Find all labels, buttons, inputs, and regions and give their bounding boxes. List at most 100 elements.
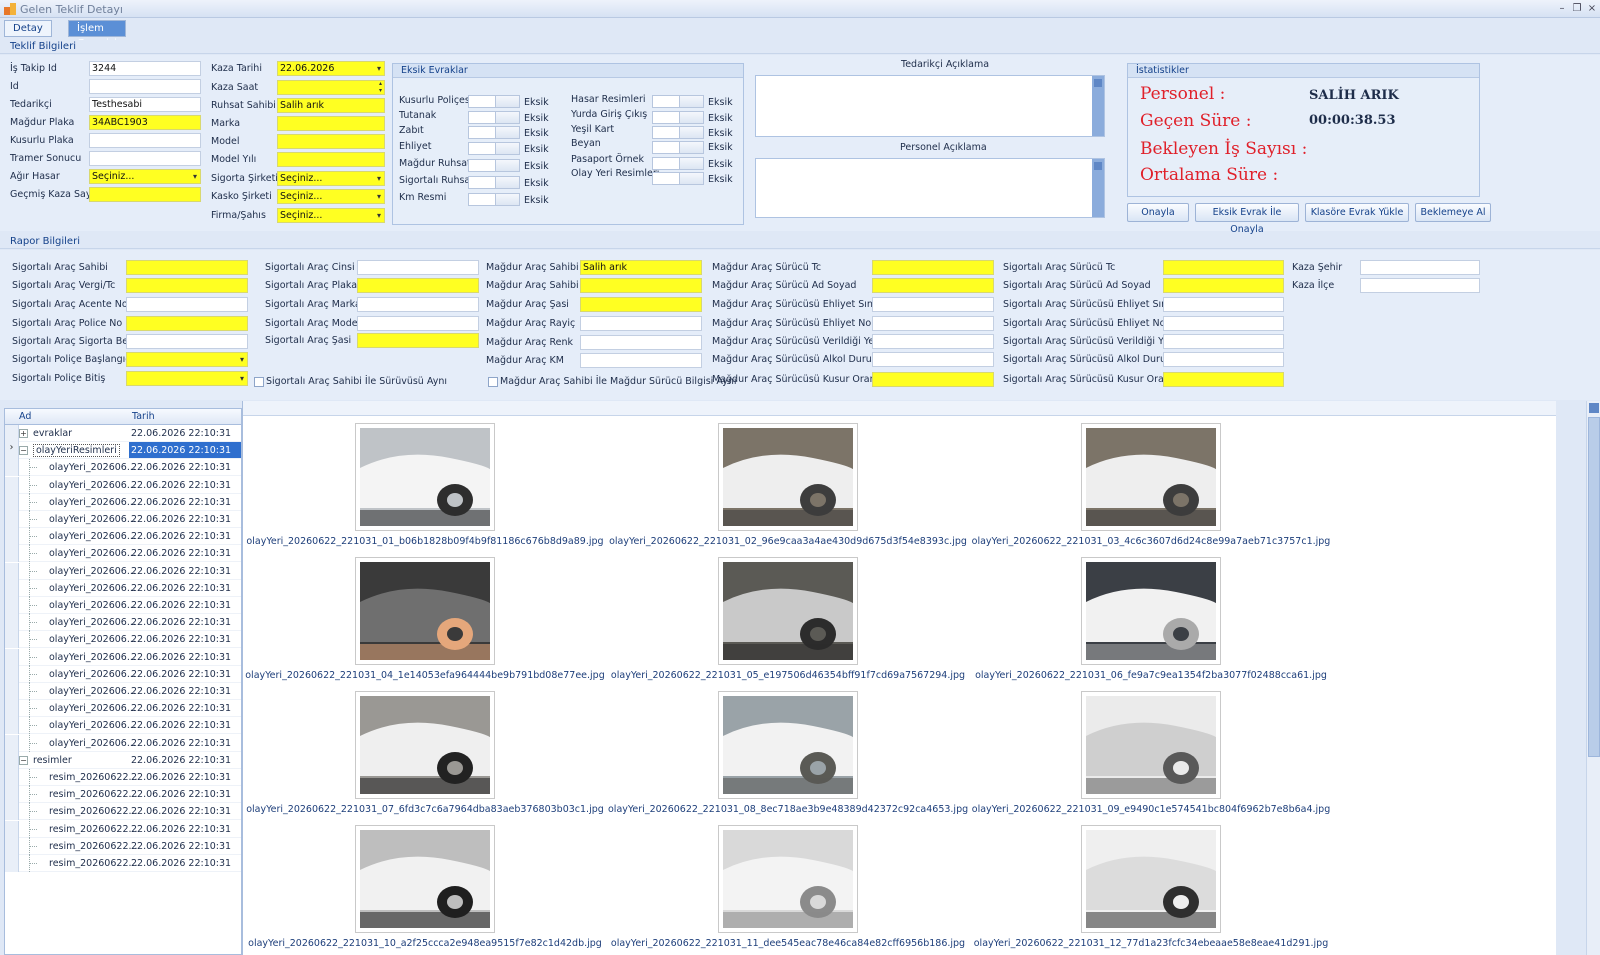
- magdur-arac-sahibi-tc-field[interactable]: [580, 278, 702, 293]
- tree-file-row[interactable]: olayYeri_202606... 22.06.2026 22:10:31: [5, 545, 241, 563]
- row-selector[interactable]: [5, 700, 19, 718]
- tab-islem-gecmisi[interactable]: İşlem Geçmişi: [68, 20, 126, 49]
- collapse-icon[interactable]: −: [19, 755, 28, 765]
- row-selector[interactable]: [5, 820, 19, 838]
- tramer-sonucu-field[interactable]: [89, 151, 201, 166]
- tab-detay[interactable]: Detay: [4, 20, 52, 37]
- magdur-plaka-field[interactable]: 34ABC1903: [89, 115, 201, 130]
- eksik-toggle[interactable]: [468, 142, 520, 155]
- gecmis-kaza-sayisi-field[interactable]: [89, 187, 201, 202]
- sigortali-arac-sahibi-field[interactable]: [126, 260, 248, 275]
- tree-file-row[interactable]: olayYeri_202606... 22.06.2026 22:10:31: [5, 631, 241, 649]
- kaza-ilce-field[interactable]: [1360, 278, 1480, 293]
- magdur-surucu-ad-field[interactable]: [872, 278, 994, 293]
- tree-file-row[interactable]: olayYeri_202606... 22.06.2026 22:10:31: [5, 597, 241, 614]
- tree-file-row[interactable]: olayYeri_202606... 22.06.2026 22:10:31: [5, 528, 241, 546]
- sigorta-sirketi-select[interactable]: Seçiniz...: [277, 171, 385, 186]
- magdur-surucu-alkol-field[interactable]: [872, 352, 994, 367]
- onayla-button[interactable]: Onayla: [1127, 203, 1189, 222]
- tree-file-row[interactable]: olayYeri_202606... 22.06.2026 22:10:31: [5, 579, 241, 597]
- sigortali-surucu-kusur-field[interactable]: [1163, 372, 1284, 387]
- model-yili-field[interactable]: [277, 152, 385, 167]
- row-selector[interactable]: [5, 528, 19, 546]
- sigortali-surucu-ad-field[interactable]: [1163, 278, 1284, 293]
- memo-scrollbar[interactable]: [1092, 159, 1104, 217]
- tree-col-tarih[interactable]: Tarih: [132, 411, 155, 422]
- gallery-caption[interactable]: olayYeri_20260622_221031_04_1e14053efa96…: [245, 670, 605, 681]
- tree-file-row[interactable]: olayYeri_202606... 22.06.2026 22:10:31: [5, 665, 241, 683]
- tree-folder-row[interactable]: + evraklar 22.06.2026 22:10:31: [5, 425, 241, 442]
- eksik-toggle[interactable]: [468, 111, 520, 124]
- row-selector[interactable]: [5, 751, 19, 769]
- sigortali-arac-model-field[interactable]: [357, 316, 479, 331]
- sigortali-arac-acente-field[interactable]: [126, 297, 248, 312]
- minimize-icon[interactable]: –: [1555, 2, 1569, 16]
- gallery-thumbnail[interactable]: [355, 557, 495, 665]
- row-selector[interactable]: [5, 717, 19, 735]
- scroll-thumb[interactable]: [1588, 417, 1600, 757]
- tree-file-row[interactable]: resim_20260622... 22.06.2026 22:10:31: [5, 820, 241, 838]
- row-selector[interactable]: [5, 425, 19, 442]
- magdur-surucu-verildigi-yer-field[interactable]: [872, 334, 994, 349]
- expand-icon[interactable]: +: [19, 429, 28, 438]
- agir-hasar-select[interactable]: Seçiniz...: [89, 169, 201, 184]
- tree-folder-row[interactable]: − resimler 22.06.2026 22:10:31: [5, 751, 241, 769]
- row-selector[interactable]: [5, 648, 19, 666]
- firma-sahis-select[interactable]: Seçiniz...: [277, 208, 385, 223]
- tree-file-row[interactable]: olayYeri_202606... 22.06.2026 22:10:31: [5, 511, 241, 528]
- eksik-toggle[interactable]: [468, 193, 520, 206]
- tree-file-row[interactable]: olayYeri_202606... 22.06.2026 22:10:31: [5, 717, 241, 735]
- eksik-toggle[interactable]: [652, 157, 704, 170]
- row-selector[interactable]: ›: [5, 442, 19, 460]
- eksik-toggle[interactable]: [468, 95, 520, 108]
- gallery-thumbnail[interactable]: [355, 691, 495, 799]
- model-field[interactable]: [277, 134, 385, 149]
- row-selector[interactable]: [5, 476, 19, 494]
- sigortali-arac-bedel-field[interactable]: [126, 334, 248, 349]
- magdur-surucu-ehliyet-no-field[interactable]: [872, 316, 994, 331]
- tree-file-row[interactable]: resim_20260622... 22.06.2026 22:10:31: [5, 769, 241, 786]
- gallery-caption[interactable]: olayYeri_20260622_221031_05_e197506d4635…: [608, 670, 968, 681]
- tree-file-row[interactable]: resim_20260622... 22.06.2026 22:10:31: [5, 786, 241, 804]
- kaza-sehir-field[interactable]: [1360, 260, 1480, 275]
- eksik-toggle[interactable]: [652, 141, 704, 154]
- kasko-sirketi-select[interactable]: Seçiniz...: [277, 189, 385, 204]
- klasore-evrak-yukle-button[interactable]: Klasöre Evrak Yükle: [1305, 203, 1409, 222]
- gallery-thumbnail[interactable]: [1081, 825, 1221, 933]
- tree-file-row[interactable]: olayYeri_202606... 22.06.2026 22:10:31: [5, 700, 241, 718]
- row-selector[interactable]: [5, 665, 19, 683]
- gallery-caption[interactable]: olayYeri_20260622_221031_06_fe9a7c9ea135…: [971, 670, 1331, 681]
- tree-col-ad[interactable]: Ad: [19, 411, 31, 422]
- eksik-toggle[interactable]: [652, 111, 704, 124]
- sigortali-surucu-ehliyet-sinifi-field[interactable]: [1163, 297, 1284, 312]
- sigortali-surucu-tc-field[interactable]: [1163, 260, 1284, 275]
- personel-aciklama-memo[interactable]: [755, 158, 1105, 218]
- row-selector[interactable]: [5, 511, 19, 528]
- row-selector[interactable]: [5, 803, 19, 821]
- eksik-toggle[interactable]: [652, 126, 704, 139]
- row-selector[interactable]: [5, 855, 19, 872]
- magdur-arac-rayic-field[interactable]: [580, 316, 702, 331]
- sigortali-arac-cinsi-field[interactable]: [357, 260, 479, 275]
- gallery-thumbnail[interactable]: [718, 825, 858, 933]
- sigortali-arac-vergi-field[interactable]: [126, 278, 248, 293]
- tree-file-row[interactable]: resim_20260622... 22.06.2026 22:10:31: [5, 837, 241, 855]
- tree-file-row[interactable]: olayYeri_202606... 22.06.2026 22:10:31: [5, 562, 241, 580]
- gallery-thumbnail[interactable]: [718, 557, 858, 665]
- tedarikci-field[interactable]: Testhesabi: [89, 97, 201, 112]
- sigortali-surucu-ehliyet-no-field[interactable]: [1163, 316, 1284, 331]
- eksik-toggle[interactable]: [468, 176, 520, 189]
- tree-file-row[interactable]: olayYeri_202606... 22.06.2026 22:10:31: [5, 683, 241, 700]
- kusurlu-plaka-field[interactable]: [89, 133, 201, 148]
- gallery-thumbnail[interactable]: [718, 423, 858, 531]
- sigortali-arac-police-field[interactable]: [126, 316, 248, 331]
- close-icon[interactable]: ×: [1585, 2, 1599, 16]
- row-selector[interactable]: [5, 734, 19, 752]
- gallery-caption[interactable]: olayYeri_20260622_221031_11_dee545eac78e…: [608, 938, 968, 949]
- gallery-caption[interactable]: olayYeri_20260622_221031_08_8ec718ae3b9e…: [608, 804, 968, 815]
- eksik-toggle[interactable]: [468, 159, 520, 172]
- eksik-toggle[interactable]: [652, 95, 704, 108]
- gallery-caption[interactable]: olayYeri_20260622_221031_10_a2f25ccca2e9…: [245, 938, 605, 949]
- row-selector[interactable]: [5, 786, 19, 804]
- sigortali-surucu-verildigi-yer-field[interactable]: [1163, 334, 1284, 349]
